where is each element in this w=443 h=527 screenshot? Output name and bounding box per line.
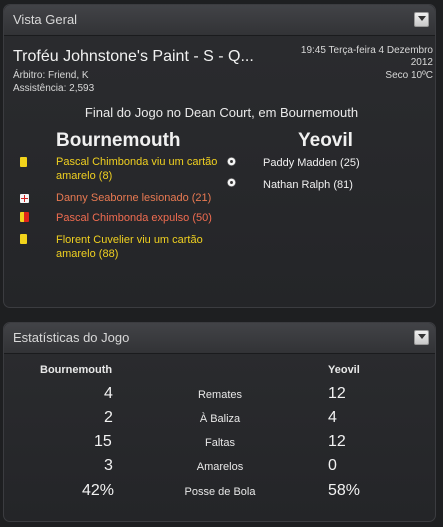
event-item[interactable]: Pascal Chimbonda expulso (50): [56, 211, 226, 225]
stat-away-value: 4: [328, 409, 337, 426]
red-card-icon: [20, 212, 29, 222]
stats-row: 15 Faltas 12: [0, 433, 443, 455]
chevron-down-icon: [417, 334, 426, 339]
stat-away-value: 58%: [328, 482, 361, 499]
stat-home-value: 3: [104, 457, 113, 474]
stat-home-value: 42%: [82, 482, 115, 499]
event-item[interactable]: Pascal Chimbonda viu um cartão amarelo (…: [56, 155, 226, 183]
overview-title: Vista Geral: [13, 12, 78, 27]
stat-home-value: 4: [104, 385, 113, 402]
stat-away-value: 0: [328, 457, 337, 474]
injury-icon: [20, 194, 29, 203]
stat-label: Posse de Bola: [184, 486, 256, 498]
overview-header: Vista Geral: [4, 5, 435, 36]
stats-dropdown-button[interactable]: [414, 330, 429, 345]
goal-item[interactable]: Nathan Ralph (81): [263, 179, 353, 191]
goal-ball-icon: [227, 157, 236, 166]
yellow-card-icon: [20, 157, 27, 167]
event-item[interactable]: Danny Seaborne lesionado (21): [56, 191, 226, 205]
chevron-down-icon: [417, 16, 426, 21]
stats-row: 2 À Baliza 4: [0, 409, 443, 431]
stats-row: 4 Remates 12: [0, 385, 443, 407]
match-datetime: 19:45 Terça-feira 4 Dezembro: [300, 45, 433, 56]
stats-header: Estatísticas do Jogo: [4, 323, 435, 354]
stat-away-value: 12: [328, 385, 346, 402]
event-item[interactable]: Florent Cuvelier viu um cartão amarelo (…: [56, 233, 226, 261]
venue-text: Final do Jogo no Dean Court, em Bournemo…: [84, 105, 359, 120]
competition-title[interactable]: Troféu Johnstone's Paint - S - Q...: [13, 48, 254, 66]
stat-away-value: 12: [328, 433, 346, 450]
stats-row: 42% Posse de Bola 58%: [0, 482, 443, 504]
overview-dropdown-button[interactable]: [414, 12, 429, 27]
attendance-text: Assistência: 2,593: [13, 83, 95, 94]
stat-label: À Baliza: [199, 413, 241, 425]
stat-label: Faltas: [205, 437, 235, 449]
stat-label: Amarelos: [196, 461, 244, 473]
stats-row: 3 Amarelos 0: [0, 457, 443, 479]
goal-ball-icon: [227, 178, 236, 187]
stat-home-value: 15: [94, 433, 112, 450]
stats-title: Estatísticas do Jogo: [13, 330, 130, 345]
stat-home-value: 2: [104, 409, 113, 426]
stat-label: Remates: [197, 389, 243, 401]
away-team-name[interactable]: Yeovil: [298, 130, 353, 152]
goal-item[interactable]: Paddy Madden (25): [263, 157, 360, 169]
stats-away-header: Yeovil: [328, 364, 360, 376]
weather-text: Seco 10ºC: [385, 70, 433, 81]
referee-text: Árbitro: Friend, K: [13, 70, 89, 81]
stats-home-header: Bournemouth: [40, 364, 113, 376]
match-year: 2012: [410, 57, 433, 68]
home-team-name[interactable]: Bournemouth: [56, 130, 181, 152]
yellow-card-icon: [20, 234, 27, 244]
